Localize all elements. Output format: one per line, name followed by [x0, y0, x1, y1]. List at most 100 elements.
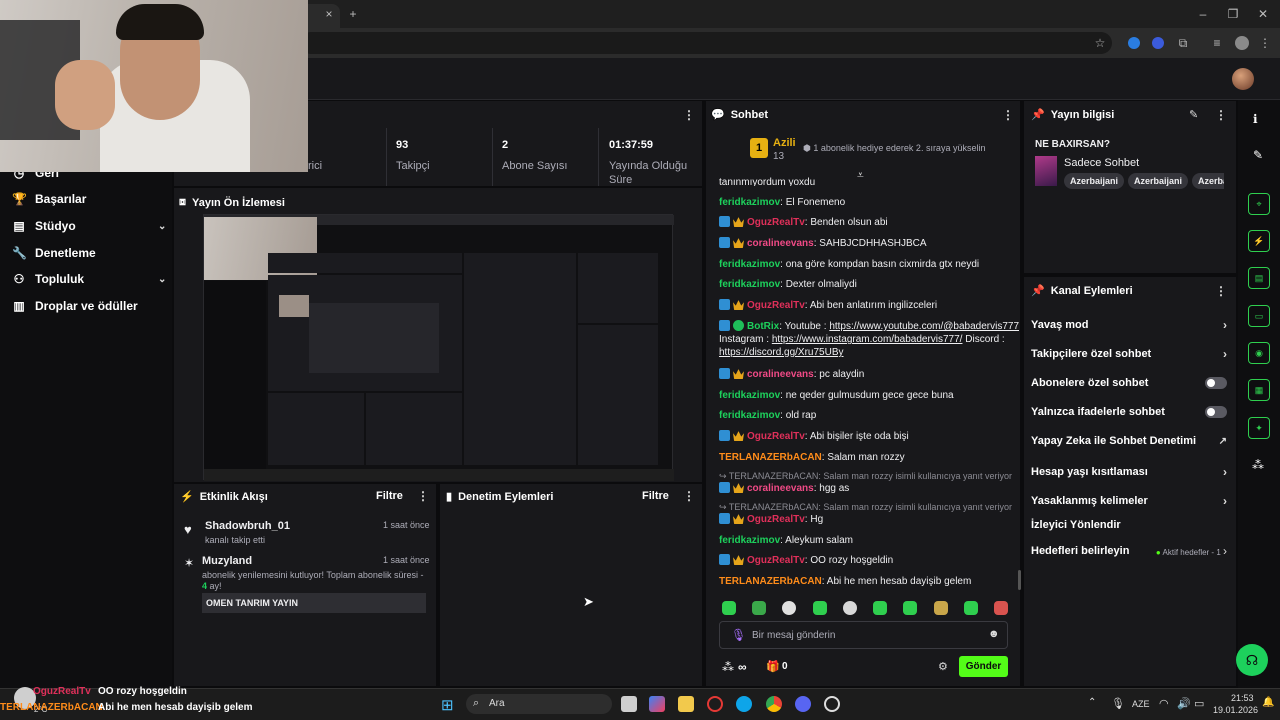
- avatar[interactable]: [1232, 68, 1254, 90]
- action-account-age[interactable]: Hesap yaşı kısıtlaması ›: [1031, 465, 1227, 479]
- obs-icon[interactable]: [824, 696, 840, 712]
- leader-name[interactable]: Azili: [773, 137, 796, 149]
- kebab-icon[interactable]: ⋮: [683, 108, 695, 122]
- community-icon[interactable]: ⁂: [1252, 458, 1264, 472]
- chat-link[interactable]: https://discord.gg/Xru75UBy: [719, 347, 844, 358]
- kebab-icon[interactable]: ⋮: [1215, 284, 1227, 298]
- chat-user[interactable]: OguzRealTv: [747, 300, 805, 311]
- category-name[interactable]: Sadece Sohbet: [1064, 157, 1139, 169]
- emote-icon[interactable]: [933, 601, 948, 615]
- chat-user[interactable]: TERLANAZERbACAN: [719, 576, 822, 587]
- tag[interactable]: Azerbayc: [1192, 173, 1224, 189]
- battery-icon[interactable]: ▭: [1194, 697, 1204, 710]
- copilot-icon[interactable]: [649, 696, 665, 712]
- close-window-icon[interactable]: ✕: [1256, 7, 1270, 21]
- lightning-icon[interactable]: ⚡: [1248, 230, 1270, 252]
- notification-bell-icon[interactable]: 🔔: [1262, 697, 1274, 708]
- action-slow-mode[interactable]: Yavaş mod ›: [1031, 318, 1227, 332]
- clock-time[interactable]: 21:53: [1231, 693, 1254, 703]
- chat-user[interactable]: feridkazimov: [719, 197, 780, 208]
- chat-user[interactable]: feridkazimov: [719, 279, 780, 290]
- chat-link[interactable]: https://www.youtube.com/@babadervis777: [829, 321, 1019, 332]
- info-icon[interactable]: ℹ: [1253, 112, 1258, 126]
- sidebar-item-community[interactable]: ⚇ Topluluk ⌄: [12, 268, 172, 290]
- file-explorer-icon[interactable]: [678, 696, 694, 712]
- chat-user[interactable]: OguzRealTv: [747, 217, 805, 228]
- emote-icon[interactable]: [963, 601, 978, 615]
- chrome-icon[interactable]: [766, 696, 782, 712]
- kebab-icon[interactable]: ⋮: [683, 489, 695, 503]
- chat-user[interactable]: coralineevans: [747, 238, 814, 249]
- edge-icon[interactable]: [736, 696, 752, 712]
- document-icon[interactable]: ▤: [1248, 267, 1270, 289]
- action-host[interactable]: İzleyici Yönlendir: [1031, 519, 1227, 531]
- action-goals[interactable]: Hedefleri belirleyin ● Aktif hedefler - 1…: [1031, 544, 1227, 558]
- action-followers-only[interactable]: Takipçilere özel sohbet ›: [1031, 347, 1227, 361]
- edit-pencil-icon[interactable]: ✎: [1189, 108, 1198, 121]
- chat-user[interactable]: feridkazimov: [719, 410, 780, 421]
- wifi-icon[interactable]: ◠: [1159, 697, 1169, 710]
- extensions-puzzle-icon[interactable]: ⧉: [1176, 36, 1190, 50]
- emote-icon[interactable]: [903, 601, 918, 615]
- extension-icon[interactable]: [1128, 37, 1140, 49]
- chat-user[interactable]: OguzRealTv: [747, 555, 805, 566]
- chat-user[interactable]: feridkazimov: [719, 535, 780, 546]
- wrench-icon[interactable]: ✦: [1248, 417, 1270, 439]
- taskbar-search[interactable]: [466, 694, 612, 714]
- tag[interactable]: Azerbaijani: [1064, 173, 1125, 189]
- sidebar-item-achievements[interactable]: 🏆 Başarılar: [12, 188, 86, 210]
- send-button[interactable]: Gönder: [959, 656, 1008, 677]
- filter-button[interactable]: Filtre: [376, 490, 403, 502]
- extension-icon[interactable]: [1152, 37, 1164, 49]
- support-headset-icon[interactable]: ☊: [1236, 644, 1268, 676]
- kebab-icon[interactable]: ⋮: [417, 489, 429, 503]
- chat-user[interactable]: feridkazimov: [719, 390, 780, 401]
- chat-user[interactable]: OguzRealTv: [747, 431, 805, 442]
- clock-date[interactable]: 19.01.2026: [1213, 705, 1258, 715]
- broadcast-icon[interactable]: ◉: [1248, 342, 1270, 364]
- activity-user[interactable]: Shadowbruh_01: [205, 520, 290, 532]
- emote-icon[interactable]: [993, 601, 1008, 615]
- emote-icon[interactable]: [752, 601, 767, 615]
- new-tab-button[interactable]: +: [346, 7, 360, 21]
- chat-user[interactable]: coralineevans: [747, 483, 814, 494]
- volume-icon[interactable]: 🔊: [1177, 697, 1191, 710]
- emote-icon[interactable]: [842, 601, 857, 615]
- tag[interactable]: Azerbaijani: [1128, 173, 1189, 189]
- tab-close-button[interactable]: ×: [322, 7, 336, 21]
- action-banned-words[interactable]: Yasaklanmış kelimeler ›: [1031, 494, 1227, 508]
- emoji-icon[interactable]: ☻: [988, 628, 1000, 640]
- activity-user[interactable]: Muzyland: [202, 555, 252, 567]
- emote-icon[interactable]: [812, 601, 827, 615]
- microphone-icon[interactable]: 🎙: [1111, 697, 1125, 710]
- action-ai-moderation[interactable]: Yapay Zeka ile Sohbet Denetimi ↗: [1031, 435, 1227, 447]
- chat-bubble-icon[interactable]: ▭: [1248, 305, 1270, 327]
- chat-user[interactable]: OguzRealTv: [747, 514, 805, 525]
- pencil-icon[interactable]: ✎: [1253, 148, 1263, 162]
- discord-icon[interactable]: [795, 696, 811, 712]
- sidebar-item-studio[interactable]: ▤ Stüdyo ⌄: [12, 215, 172, 237]
- toggle-switch[interactable]: [1205, 377, 1227, 389]
- kebab-icon[interactable]: ⋮: [1215, 108, 1227, 122]
- sidebar-item-drops[interactable]: ▥ Droplar ve ödüller: [12, 295, 137, 317]
- category-thumbnail[interactable]: [1035, 156, 1057, 186]
- minimize-icon[interactable]: –: [1196, 7, 1210, 21]
- kebab-icon[interactable]: ⋮: [1002, 108, 1014, 122]
- stream-preview-video[interactable]: [203, 214, 674, 481]
- language-indicator[interactable]: AZE: [1132, 699, 1150, 709]
- emote-icon[interactable]: [873, 601, 888, 615]
- profile-icon[interactable]: [1235, 36, 1249, 50]
- address-bar[interactable]: [300, 32, 1112, 54]
- task-view-icon[interactable]: [621, 696, 637, 712]
- opera-icon[interactable]: [707, 696, 723, 712]
- layout-icon[interactable]: ▦: [1248, 379, 1270, 401]
- chevron-up-icon[interactable]: ⌃: [1088, 697, 1096, 708]
- chat-scrollbar[interactable]: [1018, 570, 1021, 590]
- chat-link[interactable]: https://www.instagram.com/babadervis777/: [772, 334, 963, 345]
- maximize-icon[interactable]: ❐: [1226, 7, 1240, 21]
- gift-box-icon[interactable]: 🎁: [766, 660, 780, 673]
- settings-gear-icon[interactable]: ⚙: [938, 660, 948, 673]
- filter-button[interactable]: Filtre: [642, 490, 669, 502]
- points-icon[interactable]: ⁂: [722, 660, 734, 674]
- capture-icon[interactable]: ⌖: [1248, 193, 1270, 215]
